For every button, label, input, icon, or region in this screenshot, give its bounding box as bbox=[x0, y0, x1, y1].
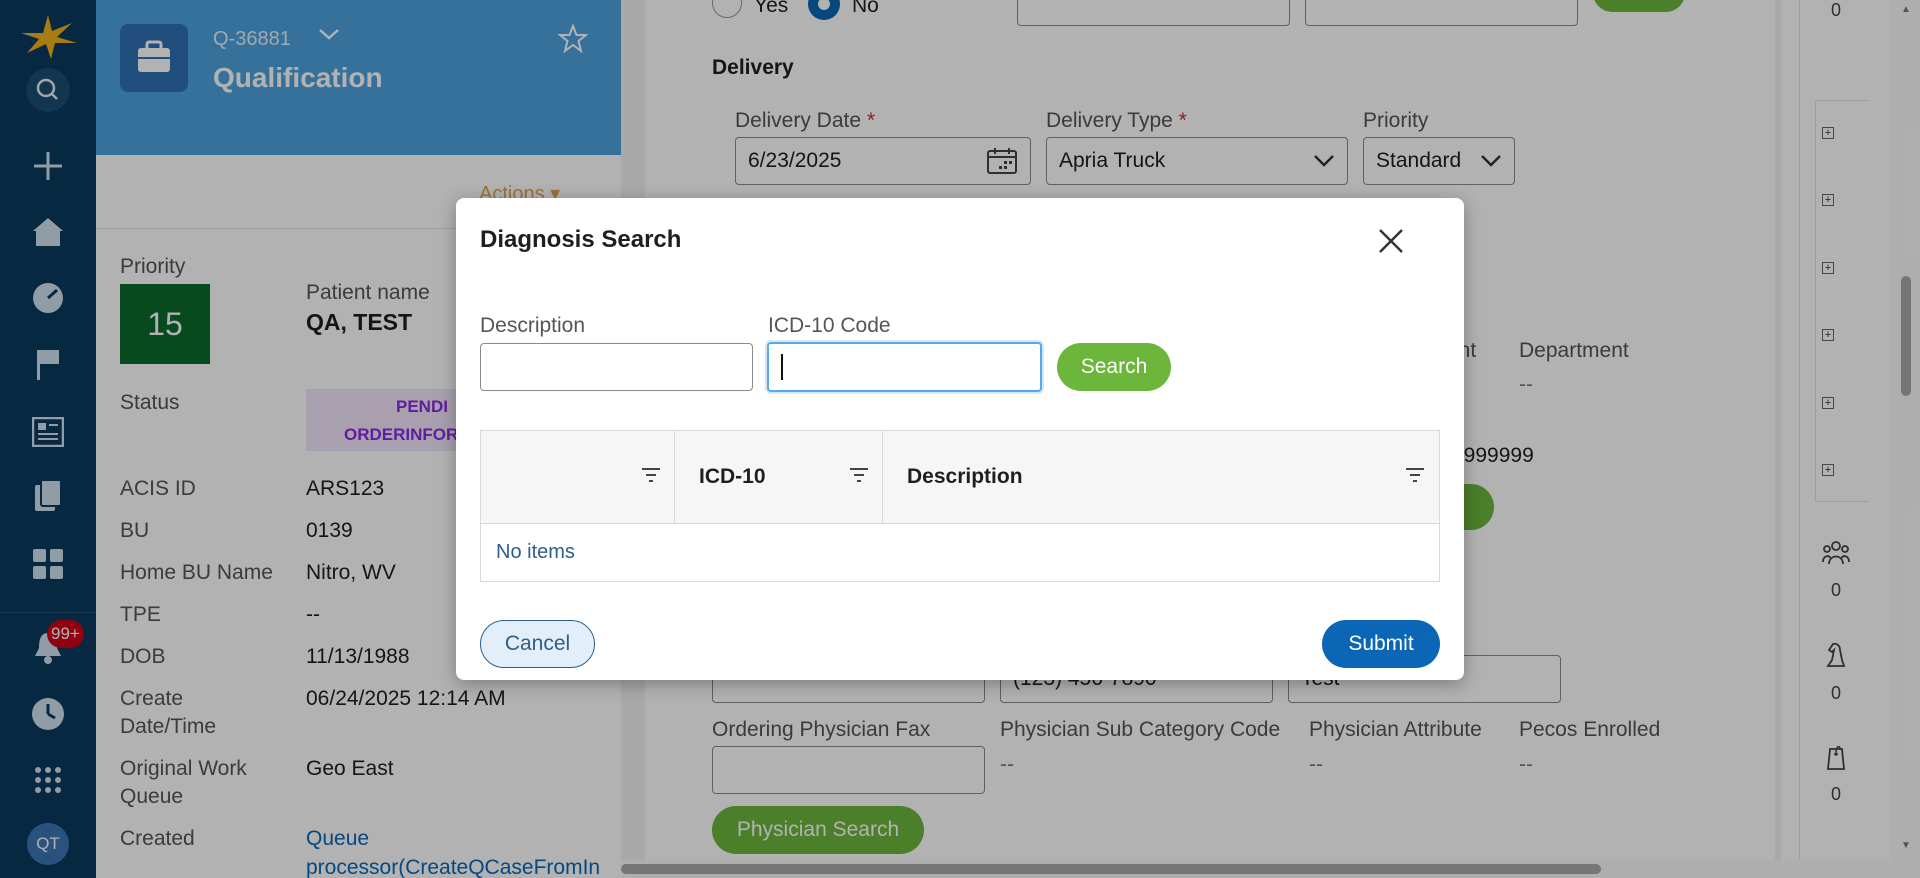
dialog-title: Diagnosis Search bbox=[480, 226, 682, 253]
filter-icon[interactable] bbox=[1405, 467, 1425, 490]
search-button[interactable]: Search bbox=[1057, 343, 1171, 391]
icd-10-code-label: ICD-10 Code bbox=[768, 314, 891, 337]
icd-10-code-input[interactable] bbox=[767, 342, 1042, 392]
cancel-button[interactable]: Cancel bbox=[480, 620, 595, 668]
close-icon[interactable] bbox=[1376, 226, 1406, 261]
empty-state-text: No items bbox=[496, 541, 575, 563]
submit-button[interactable]: Submit bbox=[1322, 620, 1440, 668]
results-table: ICD-10 Description No items bbox=[480, 430, 1440, 582]
description-input[interactable] bbox=[480, 343, 753, 391]
filter-icon[interactable] bbox=[849, 467, 869, 490]
description-label: Description bbox=[480, 314, 586, 337]
column-icd-10[interactable]: ICD-10 bbox=[699, 465, 766, 489]
filter-icon[interactable] bbox=[641, 467, 661, 490]
text-cursor bbox=[781, 354, 783, 380]
diagnosis-search-dialog: Diagnosis Search Description ICD-10 Code… bbox=[456, 198, 1464, 680]
column-description[interactable]: Description bbox=[907, 465, 1023, 489]
